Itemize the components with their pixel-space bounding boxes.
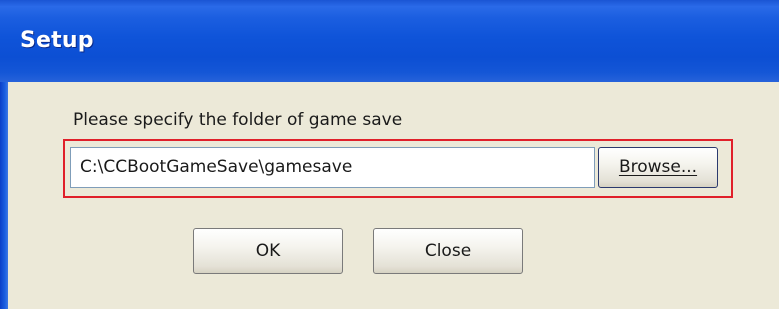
title-bar[interactable]: Setup xyxy=(0,0,779,82)
window-title: Setup xyxy=(20,28,94,53)
setup-dialog: Setup Please specify the folder of game … xyxy=(0,0,779,309)
close-button[interactable]: Close xyxy=(373,228,523,274)
ok-button[interactable]: OK xyxy=(193,228,343,274)
folder-prompt-label: Please specify the folder of game save xyxy=(73,110,403,130)
window-frame-left xyxy=(0,82,8,309)
game-save-path-input[interactable]: C:\CCBootGameSave\gamesave xyxy=(70,147,595,188)
browse-button[interactable]: Browse... xyxy=(598,147,718,188)
